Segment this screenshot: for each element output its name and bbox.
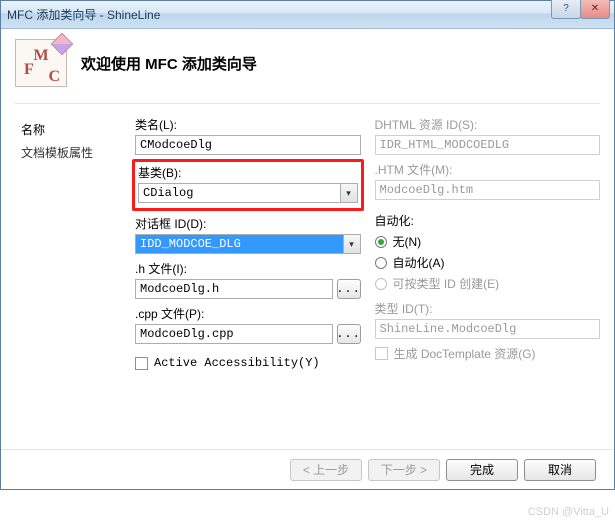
wizard-title: 欢迎使用 MFC 添加类向导 <box>81 53 257 74</box>
gendoc-checkbox: 生成 DocTemplate 资源(G) <box>375 345 601 362</box>
cppfile-input[interactable]: ModcoeDlg.cpp <box>135 324 333 344</box>
baseclass-label: 基类(B): <box>138 164 358 181</box>
watermark: CSDN @Vitta_U <box>528 506 609 518</box>
htmfile-input: ModcoeDlg.htm <box>375 180 601 200</box>
content-area: M F C 欢迎使用 MFC 添加类向导 名称 文档模板属性 类名(L): CM… <box>1 29 614 489</box>
baseclass-value[interactable]: CDialog <box>138 183 340 203</box>
active-accessibility-label: Active Accessibility(Y) <box>154 356 320 370</box>
gendoc-label: 生成 DocTemplate 资源(G) <box>394 345 536 362</box>
radio-none[interactable]: 无(N) <box>375 233 601 250</box>
hfile-label: .h 文件(I): <box>135 260 361 277</box>
sidebar: 名称 文档模板属性 <box>15 112 125 449</box>
classname-label: 类名(L): <box>135 116 361 133</box>
finish-button[interactable]: 完成 <box>446 459 518 481</box>
dialogid-value[interactable]: IDD_MODCOE_DLG <box>135 234 343 254</box>
dhtml-input: IDR_HTML_MODCOEDLG <box>375 135 601 155</box>
sidebar-item-doctemplate[interactable]: 文档模板属性 <box>15 141 125 164</box>
next-button: 下一步 > <box>368 459 440 481</box>
baseclass-combo[interactable]: CDialog ▾ <box>138 183 358 203</box>
radio-automation[interactable]: 自动化(A) <box>375 254 601 271</box>
wizard-window: MFC 添加类向导 - ShineLine ? ✕ M F C 欢迎使用 MFC… <box>0 0 615 490</box>
chevron-down-icon[interactable]: ▾ <box>340 183 358 203</box>
chevron-down-icon[interactable]: ▾ <box>343 234 361 254</box>
hfile-input[interactable]: ModcoeDlg.h <box>135 279 333 299</box>
radio-creatable: 可按类型 ID 创建(E) <box>375 275 601 292</box>
cancel-button[interactable]: 取消 <box>524 459 596 481</box>
radio-icon <box>375 257 387 269</box>
radio-creatable-label: 可按类型 ID 创建(E) <box>393 275 500 292</box>
help-button[interactable]: ? <box>551 0 581 19</box>
radio-icon <box>375 278 387 290</box>
browse-hfile-button[interactable]: ... <box>337 279 361 299</box>
right-column: DHTML 资源 ID(S): IDR_HTML_MODCOEDLG .HTM … <box>375 116 601 445</box>
close-button[interactable]: ✕ <box>580 0 610 19</box>
wizard-footer: < 上一步 下一步 > 完成 取消 <box>1 449 614 489</box>
titlebar: MFC 添加类向导 - ShineLine ? ✕ <box>1 1 614 29</box>
wizard-header: M F C 欢迎使用 MFC 添加类向导 <box>1 29 614 103</box>
dialogid-combo[interactable]: IDD_MODCOE_DLG ▾ <box>135 234 361 254</box>
automation-group-label: 自动化: <box>375 212 601 229</box>
window-title: MFC 添加类向导 - ShineLine <box>7 6 608 23</box>
htmfile-label: .HTM 文件(M): <box>375 161 601 178</box>
mfc-logo-icon: M F C <box>15 39 67 87</box>
checkbox-icon <box>135 357 148 370</box>
radio-none-label: 无(N) <box>393 233 422 250</box>
dialogid-label: 对话框 ID(D): <box>135 215 361 232</box>
prev-button: < 上一步 <box>290 459 362 481</box>
cppfile-label: .cpp 文件(P): <box>135 305 361 322</box>
radio-automation-label: 自动化(A) <box>393 254 445 271</box>
classname-input[interactable]: CModcoeDlg <box>135 135 361 155</box>
typeid-input: ShineLine.ModcoeDlg <box>375 319 601 339</box>
radio-icon <box>375 236 387 248</box>
typeid-label: 类型 ID(T): <box>375 300 601 317</box>
baseclass-highlight: 基类(B): CDialog ▾ <box>132 159 364 211</box>
dhtml-label: DHTML 资源 ID(S): <box>375 116 601 133</box>
checkbox-icon <box>375 347 388 360</box>
browse-cppfile-button[interactable]: ... <box>337 324 361 344</box>
active-accessibility-checkbox[interactable]: Active Accessibility(Y) <box>135 356 361 370</box>
left-column: 类名(L): CModcoeDlg 基类(B): CDialog ▾ 对话框 I… <box>135 116 361 445</box>
sidebar-item-name[interactable]: 名称 <box>15 118 125 141</box>
